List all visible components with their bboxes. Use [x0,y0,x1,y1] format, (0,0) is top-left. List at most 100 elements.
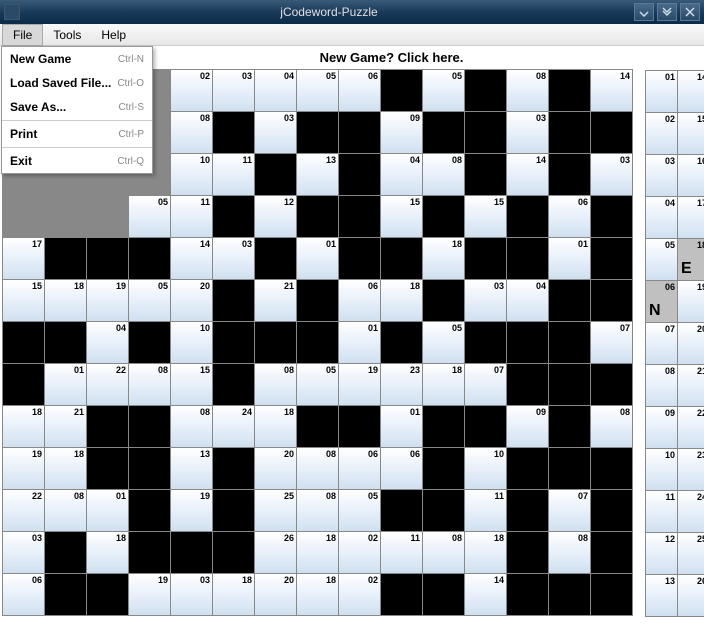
legend-cell[interactable]: 24 [678,491,704,532]
puzzle-cell[interactable]: 07 [465,364,506,405]
menu-load[interactable]: Load Saved File... Ctrl-O [2,71,152,95]
puzzle-cell[interactable]: 18 [423,238,464,279]
puzzle-cell[interactable]: 19 [87,280,128,321]
puzzle-cell[interactable]: 20 [255,448,296,489]
puzzle-cell[interactable]: 20 [171,280,212,321]
puzzle-cell[interactable]: 19 [129,574,170,615]
puzzle-cell[interactable]: 18 [297,532,338,573]
puzzle-cell[interactable]: 08 [171,112,212,153]
puzzle-cell[interactable]: 04 [381,154,422,195]
puzzle-cell[interactable]: 18 [87,532,128,573]
puzzle-cell[interactable]: 06 [3,574,44,615]
puzzle-cell[interactable]: 18 [297,574,338,615]
puzzle-cell[interactable]: 24 [213,406,254,447]
puzzle-cell[interactable]: 17 [3,238,44,279]
puzzle-cell[interactable]: 07 [591,322,632,363]
puzzle-cell[interactable]: 18 [465,532,506,573]
legend-cell[interactable]: 09 [646,407,677,448]
puzzle-cell[interactable]: 01 [87,490,128,531]
puzzle-cell[interactable]: 21 [255,280,296,321]
puzzle-cell[interactable]: 06 [339,70,380,111]
puzzle-cell[interactable]: 08 [297,490,338,531]
puzzle-cell[interactable]: 08 [507,70,548,111]
legend-cell[interactable]: 01 [646,71,677,112]
puzzle-cell[interactable]: 20 [255,574,296,615]
puzzle-cell[interactable]: 08 [129,364,170,405]
puzzle-cell[interactable]: 06 [339,448,380,489]
menu-file[interactable]: File [2,24,43,46]
puzzle-cell[interactable]: 02 [339,532,380,573]
puzzle-cell[interactable]: 19 [339,364,380,405]
menu-print[interactable]: Print Ctrl-P [2,122,152,146]
puzzle-cell[interactable]: 22 [87,364,128,405]
puzzle-cell[interactable]: 06 [549,196,590,237]
puzzle-cell[interactable]: 26 [255,532,296,573]
puzzle-cell[interactable]: 18 [423,364,464,405]
maximize-button[interactable] [657,3,677,21]
legend-cell[interactable]: 19 [678,281,704,322]
legend-cell[interactable]: 26 [678,575,704,616]
puzzle-cell[interactable]: 10 [465,448,506,489]
puzzle-cell[interactable]: 15 [381,196,422,237]
menu-help[interactable]: Help [91,25,136,45]
puzzle-cell[interactable]: 12 [255,196,296,237]
puzzle-cell[interactable]: 01 [297,238,338,279]
puzzle-cell[interactable]: 22 [3,490,44,531]
puzzle-cell[interactable]: 02 [171,70,212,111]
puzzle-cell[interactable]: 25 [255,490,296,531]
puzzle-cell[interactable]: 08 [297,448,338,489]
legend-cell[interactable]: 12 [646,533,677,574]
legend-cell[interactable]: 11 [646,491,677,532]
legend-cell[interactable]: 02 [646,113,677,154]
puzzle-cell[interactable]: 03 [591,154,632,195]
legend-cell[interactable]: 17 [678,197,704,238]
puzzle-cell[interactable]: 15 [465,196,506,237]
puzzle-cell[interactable]: 08 [423,532,464,573]
puzzle-cell[interactable]: 09 [507,406,548,447]
puzzle-cell[interactable]: 09 [381,112,422,153]
puzzle-cell[interactable]: 10 [171,322,212,363]
puzzle-cell[interactable]: 18 [381,280,422,321]
legend-cell[interactable]: 14 [678,71,704,112]
puzzle-cell[interactable]: 01 [339,322,380,363]
puzzle-cell[interactable]: 01 [549,238,590,279]
puzzle-cell[interactable]: 05 [129,196,170,237]
puzzle-cell[interactable]: 04 [255,70,296,111]
puzzle-cell[interactable]: 19 [3,448,44,489]
legend-cell[interactable]: 22 [678,407,704,448]
puzzle-cell[interactable]: 08 [171,406,212,447]
legend-cell[interactable]: 21 [678,365,704,406]
puzzle-cell[interactable]: 03 [213,238,254,279]
puzzle-cell[interactable]: 02 [339,574,380,615]
legend-cell[interactable]: 06N [646,281,677,322]
puzzle-cell[interactable]: 11 [465,490,506,531]
legend-cell[interactable]: 08 [646,365,677,406]
puzzle-cell[interactable]: 01 [381,406,422,447]
puzzle-cell[interactable]: 18 [45,448,86,489]
puzzle-cell[interactable]: 15 [3,280,44,321]
puzzle-cell[interactable]: 10 [171,154,212,195]
legend-cell[interactable]: 25 [678,533,704,574]
puzzle-cell[interactable]: 01 [45,364,86,405]
legend-cell[interactable]: 10 [646,449,677,490]
minimize-button[interactable] [634,3,654,21]
puzzle-cell[interactable]: 08 [45,490,86,531]
puzzle-cell[interactable]: 21 [45,406,86,447]
puzzle-cell[interactable]: 05 [129,280,170,321]
puzzle-cell[interactable]: 03 [3,532,44,573]
legend-cell[interactable]: 03 [646,155,677,196]
puzzle-cell[interactable]: 18 [3,406,44,447]
legend-cell[interactable]: 05 [646,239,677,280]
legend-cell[interactable]: 23 [678,449,704,490]
close-button[interactable] [680,3,700,21]
puzzle-cell[interactable]: 15 [171,364,212,405]
menu-tools[interactable]: Tools [43,25,91,45]
puzzle-cell[interactable]: 05 [297,364,338,405]
legend-cell[interactable]: 15 [678,113,704,154]
legend-cell[interactable]: 18E [678,239,704,280]
puzzle-cell[interactable]: 05 [339,490,380,531]
puzzle-cell[interactable]: 13 [171,448,212,489]
legend-cell[interactable]: 07 [646,323,677,364]
legend-cell[interactable]: 13 [646,575,677,616]
puzzle-cell[interactable]: 03 [171,574,212,615]
